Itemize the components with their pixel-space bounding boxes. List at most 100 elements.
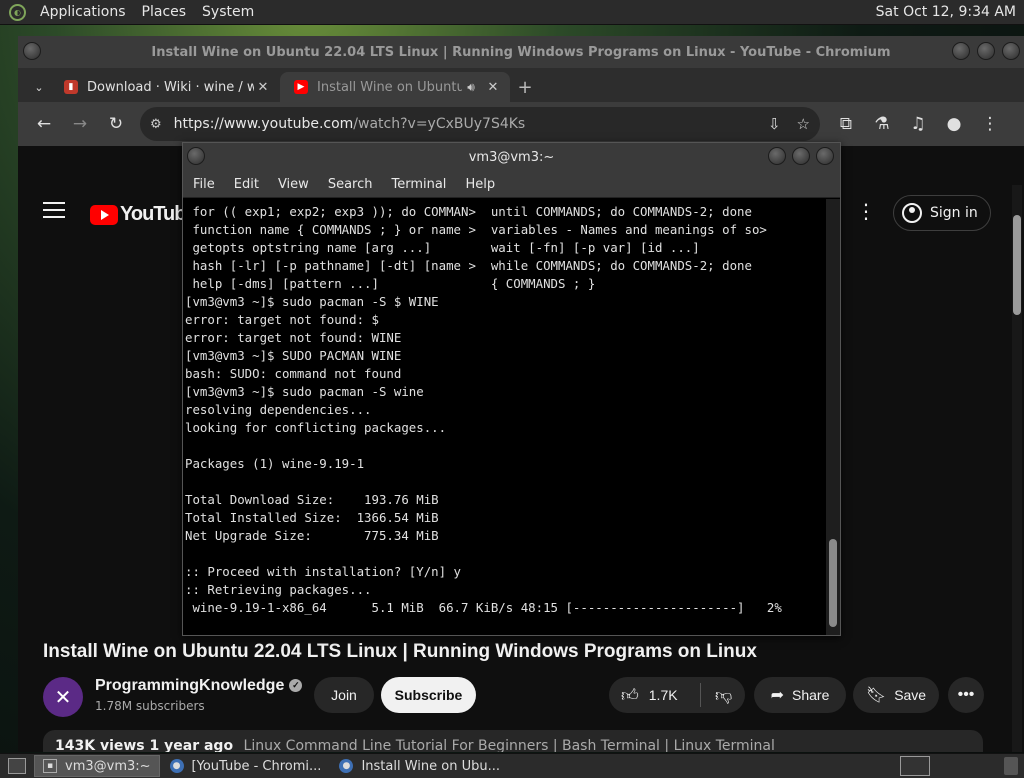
terminal-close-button[interactable]: [816, 147, 834, 165]
tab-close-icon[interactable]: ✕: [484, 80, 502, 95]
youtube-logo[interactable]: YouTube: [90, 203, 197, 226]
channel-row: ✕ ProgrammingKnowledge ✓ 1.78M subscriber…: [43, 675, 993, 719]
tab-strip: ⌄ ▮ Download · Wiki · wine / wine ✕ ▶ In…: [18, 68, 1024, 102]
view-count: 143K views 1 year ago: [55, 738, 234, 752]
terminal-line: Packages (1) wine-9.19-1: [185, 456, 365, 471]
trash-icon[interactable]: [1004, 757, 1018, 775]
taskbar-item-youtube[interactable]: ● [YouTube - Chromi...: [162, 755, 330, 777]
terminal-line: error: target not found: WINE: [185, 330, 402, 345]
terminal-icon: ▪: [43, 759, 57, 773]
share-button[interactable]: ➦ Share: [754, 677, 846, 713]
top-panel: ◐ Applications Places System Sat Oct 12,…: [0, 0, 1024, 25]
terminal-line: error: target not found: $: [185, 312, 379, 327]
browser-titlebar[interactable]: Install Wine on Ubuntu 22.04 LTS Linux |…: [18, 36, 1024, 68]
taskbar-item-label: vm3@vm3:~: [65, 758, 151, 774]
clock[interactable]: Sat Oct 12, 9:34 AM: [876, 4, 1016, 20]
terminal-menu-terminal[interactable]: Terminal: [391, 177, 446, 192]
terminal-menu-search[interactable]: Search: [328, 177, 373, 192]
dislike-button[interactable]: 👎︎: [701, 685, 732, 706]
extensions-puzzle-icon[interactable]: ⧉: [828, 106, 864, 142]
terminal-scrollbar[interactable]: [826, 199, 840, 635]
tab-search-chevron-icon[interactable]: ⌄: [28, 72, 50, 102]
tab-close-icon[interactable]: ✕: [254, 80, 272, 95]
bookmark-star-icon[interactable]: ☆: [797, 115, 810, 133]
address-bar[interactable]: ⚙︎ https://www.youtube.com/watch?v=yCxBU…: [140, 107, 820, 141]
system-menu[interactable]: System: [194, 4, 262, 20]
terminal-line: help [-dms] [pattern ...] { COMMANDS ; }: [185, 276, 596, 291]
page-scrollbar[interactable]: [1012, 185, 1022, 752]
terminal-maximize-button[interactable]: [792, 147, 810, 165]
join-button[interactable]: Join: [314, 677, 374, 713]
verified-check-icon: ✓: [289, 679, 303, 693]
terminal-titlebar[interactable]: vm3@vm3:~: [183, 143, 840, 171]
terminal-menu-view[interactable]: View: [278, 177, 309, 192]
gitlab-favicon-icon: ▮: [64, 80, 78, 94]
new-tab-plus-icon[interactable]: +: [510, 72, 540, 102]
show-desktop-icon[interactable]: [8, 758, 26, 774]
tab-youtube[interactable]: ▶ Install Wine on Ubuntu 22.04 🔊︎ ✕: [280, 72, 510, 102]
chromium-icon: ●: [339, 759, 354, 773]
video-title: Install Wine on Ubuntu 22.04 LTS Linux |…: [43, 641, 757, 662]
thumbs-up-icon: 👍︎: [621, 685, 639, 705]
distro-logo-icon[interactable]: ◐: [9, 3, 26, 21]
subscribe-button[interactable]: Subscribe: [381, 677, 476, 713]
taskbar-item-chromium[interactable]: ● Install Wine on Ubu...: [331, 755, 508, 777]
browser-window-title: Install Wine on Ubuntu 22.04 LTS Linux |…: [151, 44, 891, 60]
terminal-line: function name { COMMANDS ; } or name > v…: [185, 222, 767, 237]
channel-avatar[interactable]: ✕: [43, 677, 83, 717]
install-app-icon[interactable]: ⇩: [768, 115, 781, 133]
terminal-menu-file[interactable]: File: [193, 177, 215, 192]
terminal-line: resolving dependencies...: [185, 402, 372, 417]
share-arrow-icon: ➦: [770, 687, 785, 704]
window-menu-button[interactable]: [23, 42, 41, 60]
sign-in-button[interactable]: Sign in: [893, 195, 991, 231]
terminal-line: for (( exp1; exp2; exp3 )); do COMMAN> u…: [185, 204, 752, 219]
media-queue-icon[interactable]: ♫: [900, 106, 936, 142]
settings-kebab-icon[interactable]: ⋮: [856, 199, 876, 223]
audio-playing-icon[interactable]: 🔊︎: [462, 80, 480, 95]
taskbar-item-label: [YouTube - Chromi...: [191, 758, 322, 774]
browser-menu-icon[interactable]: ⋮: [972, 106, 1008, 142]
tab-wine-wiki[interactable]: ▮ Download · Wiki · wine / wine ✕: [50, 72, 280, 102]
terminal-menubar: File Edit View Search Terminal Help: [183, 171, 840, 198]
taskbar-item-label: Install Wine on Ubu...: [361, 758, 500, 774]
terminal-minimize-button[interactable]: [768, 147, 786, 165]
channel-name[interactable]: ProgrammingKnowledge ✓: [95, 677, 303, 695]
places-menu[interactable]: Places: [134, 4, 195, 20]
terminal-line: [vm3@vm3 ~]$ sudo pacman -S $ WINE: [185, 294, 439, 309]
terminal-window-menu-button[interactable]: [187, 147, 205, 165]
minimize-button[interactable]: [952, 42, 970, 60]
lab-flask-icon[interactable]: ⚗︎: [864, 106, 900, 142]
terminal-menu-edit[interactable]: Edit: [234, 177, 259, 192]
save-button[interactable]: 🔖︎ Save: [853, 677, 939, 713]
account-icon: [902, 203, 922, 223]
terminal-line: hash [-lr] [-p pathname] [-dt] [name > w…: [185, 258, 752, 273]
applications-menu[interactable]: Applications: [32, 4, 134, 20]
back-arrow-icon[interactable]: ←: [26, 106, 62, 142]
forward-arrow-icon[interactable]: →: [62, 106, 98, 142]
reload-icon[interactable]: ↻: [98, 106, 134, 142]
browser-toolbar: ← → ↻ ⚙︎ https://www.youtube.com/watch?v…: [18, 102, 1024, 146]
workspace-switcher[interactable]: [900, 756, 930, 776]
terminal-line: Total Download Size: 193.76 MiB: [185, 492, 439, 507]
taskbar-item-terminal[interactable]: ▪ vm3@vm3:~: [34, 755, 160, 777]
youtube-favicon-icon: ▶: [294, 80, 308, 94]
more-actions-button[interactable]: •••: [948, 677, 984, 713]
profile-icon[interactable]: ●: [936, 106, 972, 142]
hamburger-menu-icon[interactable]: [43, 202, 65, 223]
like-button[interactable]: 👍︎ 1.7K: [609, 683, 701, 707]
site-settings-icon[interactable]: ⚙︎: [150, 117, 162, 132]
maximize-button[interactable]: [977, 42, 995, 60]
save-label: Save: [894, 687, 927, 703]
terminal-line: [vm3@vm3 ~]$ SUDO PACMAN WINE: [185, 348, 402, 363]
chromium-icon: ●: [169, 759, 184, 773]
subscriber-count: 1.78M subscribers: [95, 699, 205, 713]
terminal-output[interactable]: for (( exp1; exp2; exp3 )); do COMMAN> u…: [183, 199, 828, 635]
terminal-menu-help[interactable]: Help: [465, 177, 495, 192]
terminal-line: Net Upgrade Size: 775.34 MiB: [185, 528, 439, 543]
description-box[interactable]: 143K views 1 year ago Linux Command Line…: [43, 730, 983, 752]
terminal-line: getopts optstring name [arg ...] wait [-…: [185, 240, 700, 255]
tab-title: Install Wine on Ubuntu 22.04: [317, 79, 462, 95]
close-window-button[interactable]: [1002, 42, 1020, 60]
